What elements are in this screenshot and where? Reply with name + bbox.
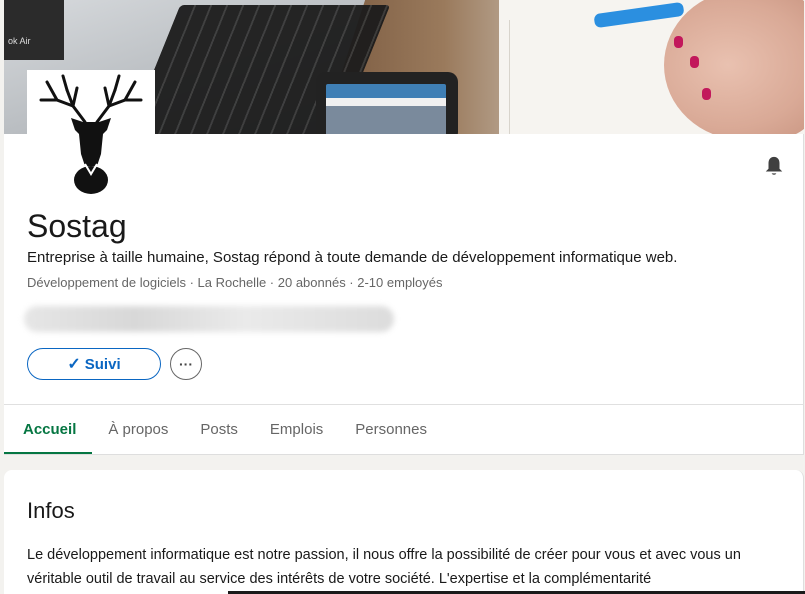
tab-emplois[interactable]: Emplois [254,405,339,454]
tab-personnes[interactable]: Personnes [339,405,443,454]
nail-illustration [690,56,699,68]
company-logo[interactable] [27,70,155,198]
about-title: Infos [27,498,75,523]
company-tabs: Accueil À propos Posts Emplois Personnes [4,405,804,454]
follow-label: Suivi [84,355,121,373]
company-header-card: ok Air Sostag Entreprise à taille humain… [4,0,804,455]
tab-accueil[interactable]: Accueil [4,405,93,454]
nail-illustration [702,88,711,100]
more-options-button[interactable]: ··· [170,348,202,380]
about-card: Infos Le développement informatique est … [4,470,804,594]
paper-line [509,20,510,134]
phone-screen [326,84,446,134]
tab-a-propos[interactable]: À propos [92,405,184,454]
bell-icon [765,156,783,175]
follow-button[interactable]: ✓ Suivi [27,348,161,380]
company-name: Sostag [27,208,127,244]
phone-illustration [316,72,458,134]
notification-bell-button[interactable] [763,154,785,178]
company-tagline: Entreprise à taille humaine, Sostag répo… [27,249,678,266]
hand-illustration [664,0,804,134]
about-text: Le développement informatique est notre … [27,547,741,587]
laptop-screen-text: ok Air [4,0,64,60]
tab-posts[interactable]: Posts [184,405,254,454]
nail-illustration [674,36,683,48]
deer-logo-icon [39,74,143,194]
company-meta: Développement de logiciels · La Rochelle… [27,275,443,290]
blurred-info [24,306,394,332]
check-icon: ✓ [67,356,81,373]
